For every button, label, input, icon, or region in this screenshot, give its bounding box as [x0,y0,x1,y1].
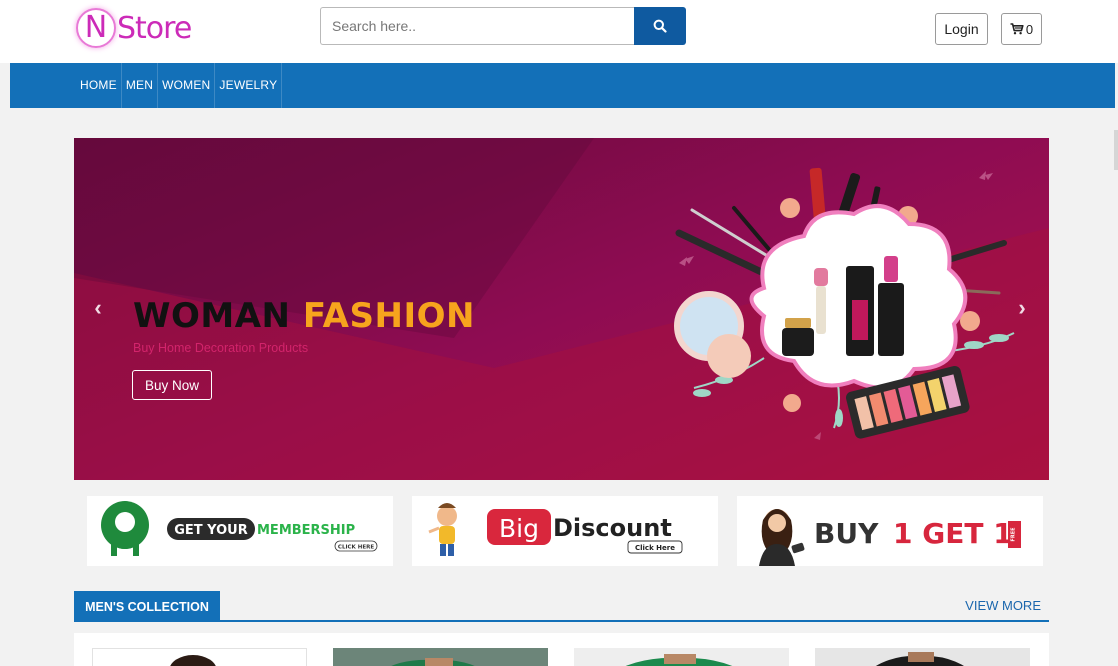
nav-item-women[interactable]: WOMEN [158,63,216,108]
promo1-text-b: MEMBERSHIP [257,523,355,538]
carousel-next-button[interactable]: › [1014,295,1030,320]
nav-item-men[interactable]: MEN [122,63,159,108]
membership-artwork: GET YOUR MEMBERSHIP CLICK HERE [101,501,378,556]
search-button[interactable] [634,7,686,45]
top-header: N Store Login 0 [0,0,1118,63]
store-logo[interactable]: N Store [76,8,192,48]
promo1-cta: CLICK HERE [338,545,374,551]
promo1-text-a: GET YOUR [174,523,248,538]
logo-n-badge: N [76,8,116,48]
page-scrollbar[interactable] [1114,130,1118,170]
login-button[interactable]: Login [935,13,988,45]
chevron-left-icon: ‹ [94,295,102,320]
product-image [574,648,789,666]
logo-text: Store [117,10,192,46]
product-card[interactable] [92,648,307,666]
bogo-artwork: BUY 1 GET 1 FREE [759,509,1021,566]
mens-collection-title: MEN'S COLLECTION [74,591,220,622]
promo3-text-b: 1 GET 1 [893,517,1013,550]
nav-item-jewelry[interactable]: JEWELRY [215,63,283,108]
main-nav: HOME MEN WOMEN JEWELRY [10,63,1115,108]
product-image [815,648,1030,666]
promo-big-discount[interactable]: Big Discount Click Here [412,496,718,566]
promo-membership[interactable]: GET YOUR MEMBERSHIP CLICK HERE [87,496,393,566]
hero-subtitle: Buy Home Decoration Products [133,341,309,355]
cart-icon [1010,23,1024,35]
buy-now-button[interactable]: Buy Now [132,370,212,400]
product-card[interactable] [815,648,1030,666]
promo3-text-a: BUY [814,517,879,550]
search-bar [320,7,686,45]
mens-collection-header: MEN'S COLLECTION VIEW MORE [74,591,1049,622]
product-card[interactable] [333,648,548,666]
chevron-right-icon: › [1018,295,1026,320]
nav-item-home[interactable]: HOME [76,63,122,108]
hero-carousel: ‹ › WOMAN FASHION Buy Home Decoration Pr… [74,138,1049,480]
product-image [170,655,216,666]
carousel-prev-button[interactable]: ‹ [90,295,106,320]
cart-count: 0 [1025,21,1034,37]
promo2-text-a: Big [499,514,539,543]
hero-title-part2: FASHION [302,296,475,336]
promo3-tag: FREE [1011,527,1017,542]
mens-products-row [74,633,1049,666]
hero-title-part1: WOMAN [133,296,291,336]
promo2-cta: Click Here [635,544,675,552]
cart-button[interactable]: 0 [1001,13,1042,45]
product-image [333,648,548,666]
search-icon [653,19,667,33]
promo2-text-b: Discount [553,514,672,542]
product-card[interactable] [574,648,789,666]
promo-buy-one-get-one[interactable]: BUY 1 GET 1 FREE [737,496,1043,566]
discount-artwork: Big Discount Click Here [428,503,683,556]
search-input[interactable] [320,7,634,45]
hero-title: WOMAN FASHION [133,296,475,336]
view-more-link[interactable]: VIEW MORE [965,598,1041,613]
